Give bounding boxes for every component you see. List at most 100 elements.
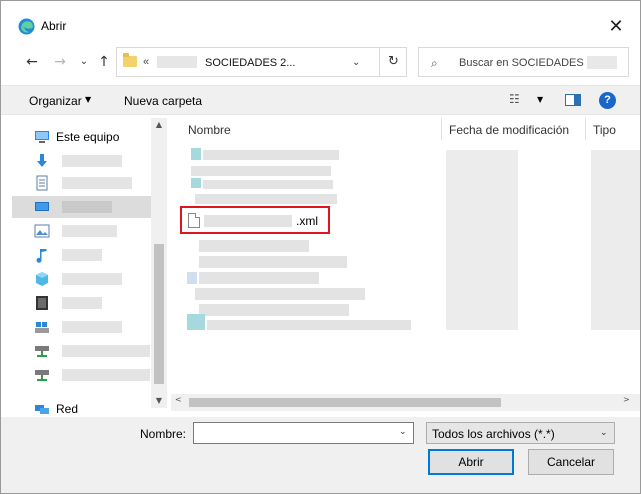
scroll-thumb[interactable] — [189, 398, 501, 407]
chevron-down-icon[interactable]: ⌄ — [399, 427, 407, 437]
sidebar-item-network-drive[interactable] — [12, 340, 152, 362]
redacted-label — [62, 321, 122, 333]
refresh-icon[interactable]: ↻ — [379, 48, 407, 76]
view-options-icon[interactable]: ☷ — [509, 92, 527, 106]
search-redacted — [587, 56, 617, 69]
chevron-down-icon[interactable]: ⌄ — [600, 428, 608, 438]
filename-label: Nombre: — [140, 427, 187, 441]
sidebar-item-desktop[interactable] — [12, 196, 152, 218]
column-header-name[interactable]: Nombre — [188, 123, 231, 145]
table-row[interactable] — [199, 304, 349, 316]
scroll-right-icon[interactable]: > — [623, 395, 630, 404]
table-row[interactable] — [191, 166, 331, 176]
file-icon — [188, 213, 200, 228]
breadcrumb-current[interactable]: SOCIEDADES 2... — [205, 57, 295, 69]
chevron-down-icon[interactable]: ⌄ — [352, 57, 360, 68]
open-button[interactable]: Abrir — [428, 449, 514, 475]
address-bar[interactable]: « SOCIEDADES 2... ⌄ ↻ — [116, 47, 407, 77]
scroll-thumb[interactable] — [154, 244, 164, 384]
sidebar-item-network-drive[interactable] — [12, 364, 152, 386]
edge-browser-icon — [18, 18, 35, 35]
preview-pane-icon[interactable] — [565, 94, 581, 106]
recent-locations-icon[interactable]: ⌄ — [75, 53, 93, 71]
sidebar-item-pictures[interactable] — [12, 220, 152, 242]
table-row[interactable] — [199, 256, 347, 268]
file-type-select[interactable]: Todos los archivos (*.*) ⌄ — [426, 422, 615, 444]
toolbar: Organizar ▼ Nueva carpeta ☷ ▼ ? — [1, 85, 640, 115]
redacted-label — [62, 225, 117, 237]
sidebar-item-this-pc[interactable]: Este equipo — [12, 126, 152, 148]
title-bar: Abrir ✕ — [1, 1, 640, 39]
column-header-type[interactable]: Tipo — [593, 123, 616, 145]
redacted-icon — [191, 178, 201, 188]
file-extension: .xml — [296, 214, 318, 228]
redacted-label — [62, 249, 102, 261]
column-divider[interactable] — [585, 118, 586, 140]
scroll-up-icon[interactable]: ▲ — [151, 120, 167, 129]
horizontal-scrollbar[interactable]: < > — [171, 394, 640, 411]
computer-icon — [35, 131, 49, 143]
desktop-icon — [35, 202, 49, 211]
redacted-label — [62, 273, 122, 285]
table-row[interactable] — [207, 320, 411, 330]
caret-down-icon[interactable]: ▼ — [85, 95, 91, 104]
search-box[interactable]: ⌕ Buscar en SOCIEDADES — [418, 47, 629, 77]
pictures-icon — [34, 224, 50, 238]
sidebar-item-downloads[interactable] — [12, 150, 152, 172]
os-drive-icon — [35, 322, 49, 333]
sidebar-item-label: Este equipo — [56, 130, 120, 144]
help-icon[interactable]: ? — [599, 92, 616, 109]
scroll-left-icon[interactable]: < — [175, 395, 182, 404]
nav-pane-scrollbar[interactable]: ▲ ▼ — [151, 118, 167, 408]
file-type-value: Todos los archivos (*.*) — [432, 427, 555, 441]
redacted-icon — [191, 148, 201, 160]
table-row[interactable] — [203, 180, 333, 189]
column-header-date[interactable]: Fecha de modificación — [449, 123, 569, 145]
redacted-label — [62, 297, 102, 309]
sidebar-item-videos[interactable] — [12, 292, 152, 314]
caret-down-icon[interactable]: ▼ — [537, 95, 543, 104]
redacted-label — [62, 177, 132, 189]
network-icon — [35, 405, 49, 414]
redacted-dates — [446, 150, 518, 330]
column-divider[interactable] — [441, 118, 442, 140]
table-row[interactable] — [195, 288, 365, 300]
new-folder-button[interactable]: Nueva carpeta — [124, 94, 202, 108]
table-row[interactable] — [195, 194, 337, 204]
navigation-pane: Este equipo Red ▲ ▼ — [12, 118, 167, 416]
table-row[interactable] — [199, 240, 309, 252]
redacted-label — [62, 201, 112, 213]
table-row[interactable] — [203, 150, 339, 160]
redacted-label — [62, 345, 150, 357]
3d-objects-icon — [36, 272, 48, 286]
redacted-types — [591, 150, 640, 330]
breadcrumb-overflow[interactable]: « — [143, 56, 149, 68]
up-arrow-icon[interactable]: ↑ — [95, 53, 113, 71]
open-file-dialog: Abrir ✕ ← → ⌄ ↑ « SOCIEDADES 2... ⌄ ↻ ⌕ … — [0, 0, 641, 494]
redacted-label — [62, 369, 150, 381]
file-list: ^ Nombre Fecha de modificación Tipo .xml — [171, 118, 640, 416]
downloads-icon — [37, 154, 47, 167]
videos-icon — [36, 296, 48, 310]
folder-icon — [123, 53, 137, 67]
table-row[interactable] — [199, 272, 319, 284]
sidebar-item-music[interactable] — [12, 244, 152, 266]
search-input[interactable]: Buscar en SOCIEDADES — [459, 57, 584, 69]
navigation-bar: ← → ⌄ ↑ « SOCIEDADES 2... ⌄ ↻ ⌕ Buscar e… — [1, 45, 640, 79]
network-drive-icon — [35, 370, 49, 381]
redacted-filename — [204, 215, 292, 227]
sidebar-item-3d-objects[interactable] — [12, 268, 152, 290]
search-icon: ⌕ — [431, 56, 438, 70]
redacted-icon — [187, 314, 205, 330]
highlighted-xml-file[interactable]: .xml — [180, 206, 330, 234]
organize-button[interactable]: Organizar — [29, 94, 82, 108]
scroll-down-icon[interactable]: ▼ — [151, 396, 167, 405]
filename-input[interactable] — [193, 422, 414, 444]
back-arrow-icon[interactable]: ← — [23, 53, 41, 71]
close-icon[interactable]: ✕ — [604, 15, 628, 39]
cancel-button[interactable]: Cancelar — [528, 449, 614, 475]
forward-arrow-icon[interactable]: → — [51, 53, 69, 71]
redacted-label — [62, 155, 122, 167]
sidebar-item-documents[interactable] — [12, 172, 152, 194]
sidebar-item-local-disk[interactable] — [12, 316, 152, 338]
